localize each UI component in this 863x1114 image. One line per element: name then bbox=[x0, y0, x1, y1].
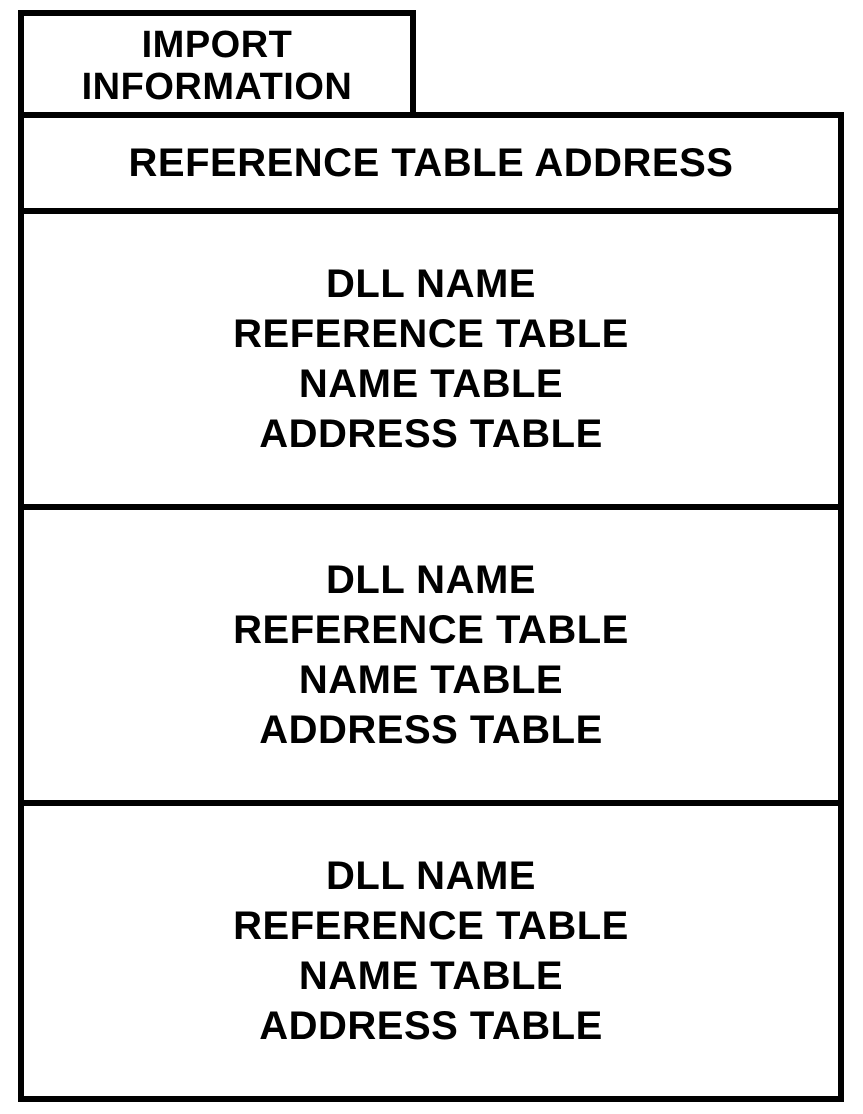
dll-name-label: DLL NAME bbox=[326, 555, 536, 605]
reference-table-address-label: REFERENCE TABLE ADDRESS bbox=[129, 141, 734, 186]
address-table-label: ADDRESS TABLE bbox=[259, 705, 603, 755]
reference-table-label: REFERENCE TABLE bbox=[233, 309, 629, 359]
tab-header: IMPORT INFORMATION bbox=[18, 10, 416, 118]
address-table-label: ADDRESS TABLE bbox=[259, 409, 603, 459]
dll-block-3: DLL NAME REFERENCE TABLE NAME TABLE ADDR… bbox=[24, 806, 838, 1096]
name-table-label: NAME TABLE bbox=[299, 359, 563, 409]
dll-name-label: DLL NAME bbox=[326, 259, 536, 309]
tab-line2: INFORMATION bbox=[82, 67, 353, 109]
reference-table-address-row: REFERENCE TABLE ADDRESS bbox=[24, 118, 838, 214]
tab-line1: IMPORT bbox=[142, 25, 293, 67]
name-table-label: NAME TABLE bbox=[299, 951, 563, 1001]
dll-block-1: DLL NAME REFERENCE TABLE NAME TABLE ADDR… bbox=[24, 214, 838, 510]
dll-block-2: DLL NAME REFERENCE TABLE NAME TABLE ADDR… bbox=[24, 510, 838, 806]
name-table-label: NAME TABLE bbox=[299, 655, 563, 705]
main-box: REFERENCE TABLE ADDRESS DLL NAME REFEREN… bbox=[18, 112, 844, 1102]
diagram-canvas: IMPORT INFORMATION REFERENCE TABLE ADDRE… bbox=[0, 0, 863, 1114]
dll-name-label: DLL NAME bbox=[326, 851, 536, 901]
reference-table-label: REFERENCE TABLE bbox=[233, 605, 629, 655]
reference-table-label: REFERENCE TABLE bbox=[233, 901, 629, 951]
address-table-label: ADDRESS TABLE bbox=[259, 1001, 603, 1051]
